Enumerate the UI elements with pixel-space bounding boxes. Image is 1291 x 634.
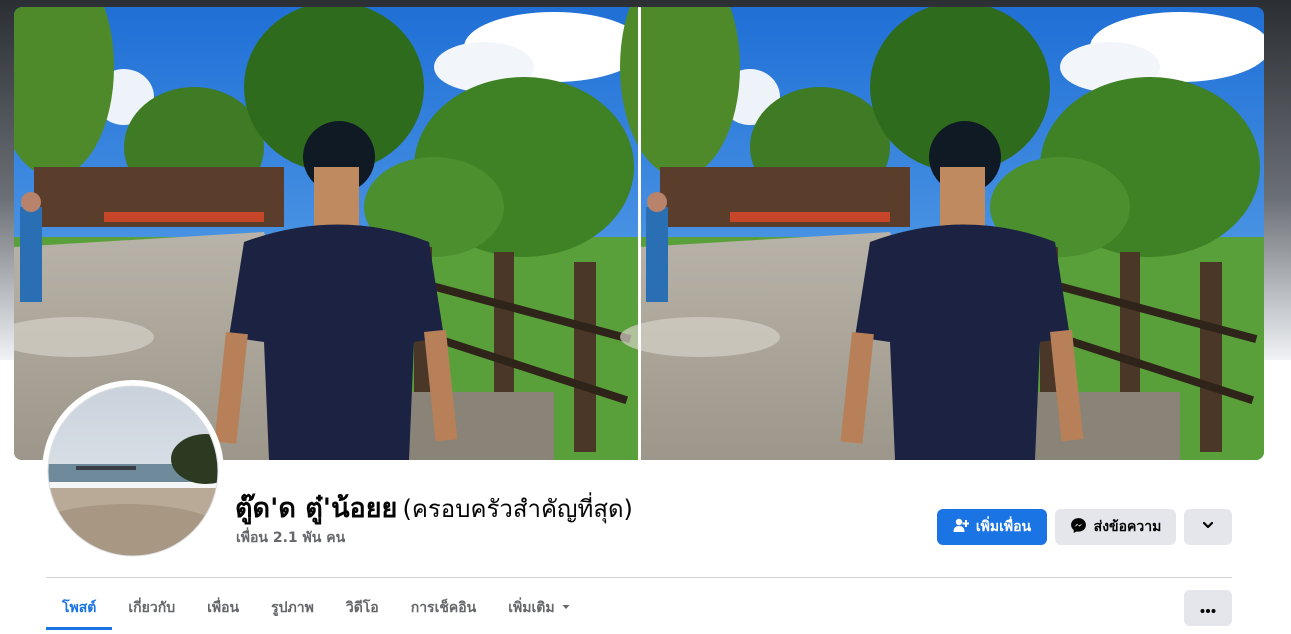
tab-photos[interactable]: รูปภาพ — [255, 586, 330, 630]
tab-friends[interactable]: เพื่อน — [191, 586, 255, 630]
message-button[interactable]: ส่งข้อความ — [1055, 509, 1176, 545]
profile-tabs: โพสต์ เกี่ยวกับ เพื่อน รูปภาพ วิดีโอ การ… — [46, 586, 587, 630]
tab-about[interactable]: เกี่ยวกับ — [112, 586, 191, 630]
cover-image — [14, 7, 1264, 460]
caret-down-icon — [561, 586, 571, 630]
more-actions-button[interactable] — [1184, 509, 1232, 545]
profile-name-row: ตู๊ด'ด ตู๋'น้อยย (ครอบครัวสำคัญที่สุด) — [235, 486, 633, 529]
header-divider — [46, 577, 1232, 578]
add-friend-label: เพิ่มเพื่อน — [975, 519, 1032, 535]
add-friend-button[interactable]: เพิ่มเพื่อน — [937, 509, 1047, 545]
tab-label: เพื่อน — [207, 600, 240, 616]
messenger-icon — [1070, 517, 1087, 538]
profile-alternate-name: (ครอบครัวสำคัญที่สุด) — [402, 495, 633, 523]
add-friend-icon — [953, 517, 970, 537]
chevron-down-icon — [1201, 518, 1215, 536]
cover-photo[interactable] — [14, 7, 1264, 460]
tab-posts[interactable]: โพสต์ — [46, 586, 113, 630]
tab-label: เกี่ยวกับ — [128, 600, 176, 616]
tab-label: วิดีโอ — [345, 600, 379, 616]
profile-options-button[interactable] — [1184, 590, 1232, 626]
tab-videos[interactable]: วิดีโอ — [330, 586, 395, 630]
tab-label: โพสต์ — [62, 600, 97, 616]
message-label: ส่งข้อความ — [1093, 519, 1162, 535]
tab-label: การเช็คอิน — [410, 600, 477, 616]
avatar-image — [47, 385, 219, 557]
profile-name: ตู๊ด'ด ตู๋'น้อยย — [235, 493, 398, 524]
tab-label: เพิ่มเติม — [508, 600, 555, 616]
tab-label: รูปภาพ — [271, 600, 314, 616]
ellipsis-icon — [1200, 599, 1216, 618]
tab-more[interactable]: เพิ่มเติม — [492, 586, 586, 630]
tab-checkins[interactable]: การเช็คอิน — [395, 586, 493, 630]
profile-avatar[interactable] — [46, 384, 220, 558]
friends-count-link[interactable]: เพื่อน 2.1 พัน คน — [236, 527, 345, 549]
